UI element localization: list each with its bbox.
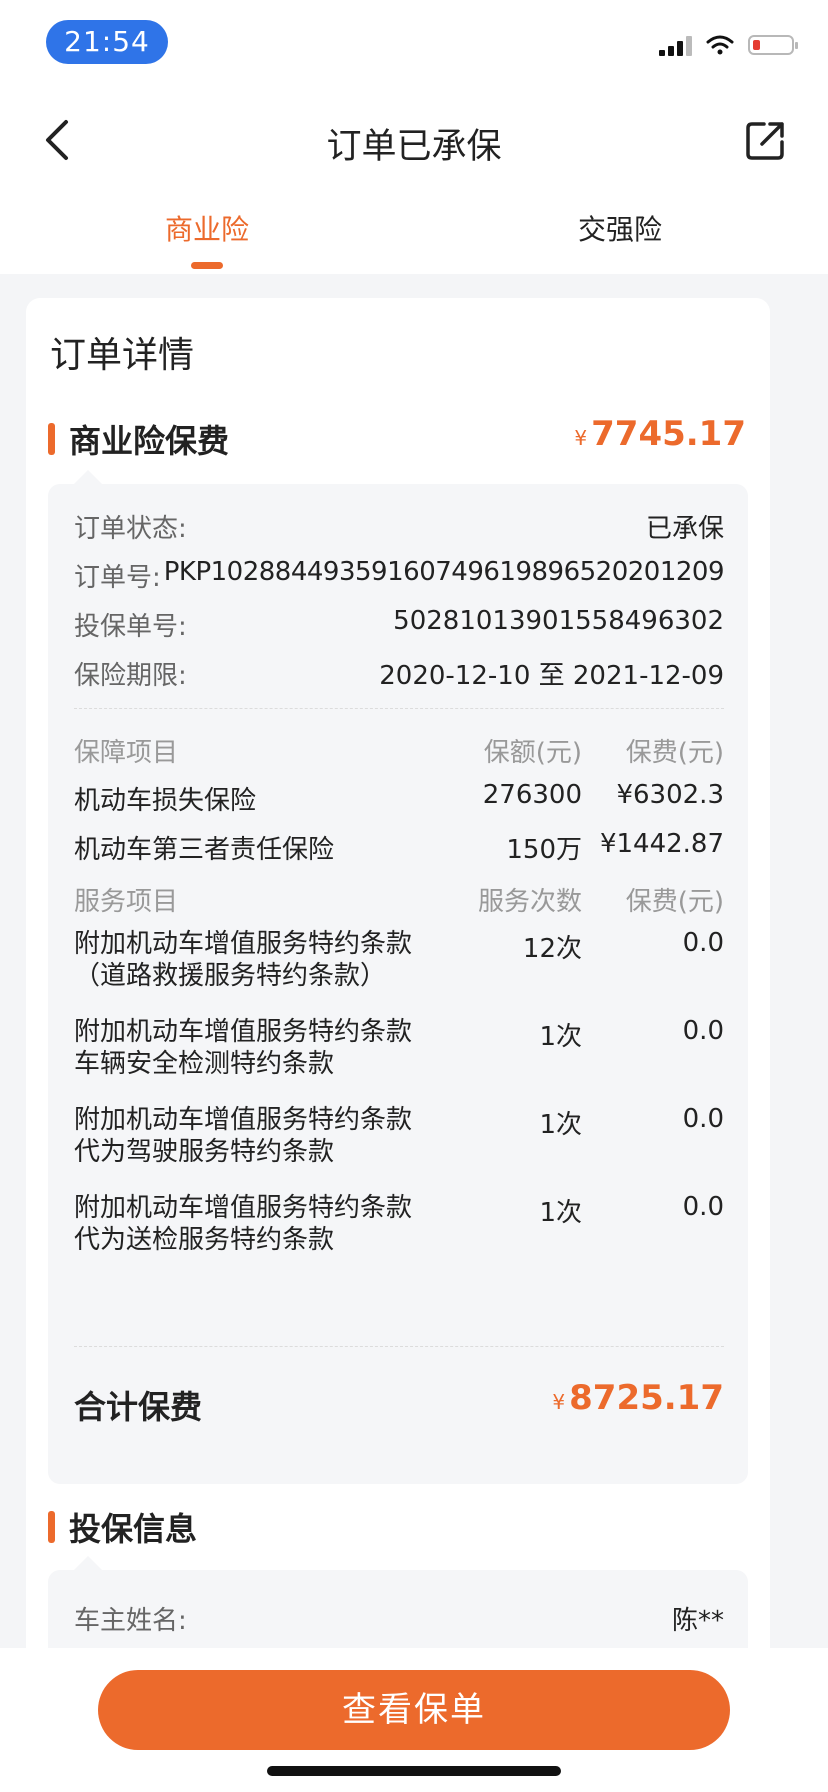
coverage-amount: 276300 <box>482 780 582 810</box>
section-accent-bar <box>48 1511 55 1543</box>
service-name-line1: 附加机动车增值服务特约条款 <box>74 1193 413 1223</box>
currency-symbol: ¥ <box>574 426 588 450</box>
detail-row: 投保单号: 50281013901558496302 <box>74 606 724 643</box>
home-indicator <box>267 1766 561 1776</box>
section-pointer <box>74 470 102 484</box>
total-label: 合计保费 <box>74 1388 203 1426</box>
service-fee: 0.0 <box>682 928 724 958</box>
coverage-name: 机动车第三者责任保险 <box>74 835 335 865</box>
service-col-fee: 保费(元) <box>625 887 724 917</box>
detail-label: 保险期限: <box>74 661 187 691</box>
detail-label: 车主姓名: <box>74 1606 187 1636</box>
service-name: 附加机动车增值服务特约条款 代为送检服务特约条款 <box>74 1192 494 1256</box>
currency-symbol: ¥ <box>552 1390 566 1414</box>
total-value: 8725.17 <box>569 1378 724 1418</box>
service-name-line2: 代为送检服务特约条款 <box>74 1225 335 1255</box>
section-title: 商业险保费 <box>69 422 230 460</box>
detail-value: PKP10288449359160749619896520201209 <box>163 557 725 587</box>
detail-value: 2020-12-10 至 2021-12-09 <box>379 661 724 691</box>
service-fee: 0.0 <box>682 1192 724 1222</box>
detail-row: 车主姓名: 陈** <box>74 1600 724 1637</box>
tab-commercial[interactable]: 商业险 <box>165 208 249 248</box>
signal-icon <box>659 34 692 56</box>
section-title: 投保信息 <box>69 1510 198 1548</box>
detail-row: 订单状态: 已承保 <box>74 508 724 545</box>
coverage-fee: ¥1442.87 <box>599 829 724 859</box>
bottom-action-bar: 查看保单 <box>0 1648 828 1792</box>
coverage-col-fee: 保费(元) <box>625 738 724 768</box>
service-name: 附加机动车增值服务特约条款 （道路救援服务特约条款） <box>74 928 494 992</box>
service-count: 1次 <box>539 1022 582 1052</box>
detail-label: 投保单号: <box>74 612 187 642</box>
service-name: 附加机动车增值服务特约条款 代为驾驶服务特约条款 <box>74 1104 494 1168</box>
page-title: 订单已承保 <box>326 127 502 167</box>
header: 21:54 订单已承保 商业险 交强险 <box>0 0 828 274</box>
section-pointer <box>74 1556 102 1570</box>
service-name-line2: 车辆安全检测特约条款 <box>74 1049 335 1079</box>
insured-info-header: 投保信息 <box>48 1504 197 1550</box>
detail-value: 已承保 <box>645 514 724 544</box>
service-fee: 0.0 <box>682 1104 724 1134</box>
detail-label: 订单号: <box>74 563 161 593</box>
card-title: 订单详情 <box>50 335 195 376</box>
commercial-premium: ¥7745.17 <box>574 414 746 454</box>
premium-value: 7745.17 <box>591 414 746 454</box>
commercial-premium-header: 商业险保费 <box>48 416 229 462</box>
coverage-col-item: 保障项目 <box>74 738 179 768</box>
view-policy-button[interactable]: 查看保单 <box>98 1670 730 1750</box>
detail-label: 订单状态: <box>74 514 187 544</box>
order-detail-card: 订单详情 商业险保费 ¥7745.17 订单状态: 已承保 订单号: PKP10… <box>26 298 770 1710</box>
coverage-amount: 150万 <box>506 835 582 865</box>
service-col-item: 服务项目 <box>74 887 179 917</box>
service-count: 1次 <box>539 1110 582 1140</box>
service-name: 附加机动车增值服务特约条款 车辆安全检测特约条款 <box>74 1016 494 1080</box>
detail-value: 50281013901558496302 <box>393 606 724 636</box>
order-info-box: 订单状态: 已承保 订单号: PKP1028844935916074961989… <box>48 484 748 1484</box>
status-time: 21:54 <box>46 20 168 64</box>
section-accent-bar <box>48 423 55 455</box>
coverage-name: 机动车损失保险 <box>74 786 257 816</box>
detail-value: 陈** <box>671 1606 724 1636</box>
battery-icon <box>748 35 798 55</box>
service-col-count: 服务次数 <box>477 887 582 917</box>
wifi-icon <box>706 35 734 55</box>
total-premium: ¥8725.17 <box>552 1378 724 1418</box>
tab-compulsory[interactable]: 交强险 <box>578 208 662 248</box>
service-name-line1: 附加机动车增值服务特约条款 <box>74 1105 413 1135</box>
tab-indicator <box>191 262 223 269</box>
service-name-line1: 附加机动车增值服务特约条款 <box>74 1017 413 1047</box>
service-name-line2: 代为驾驶服务特约条款 <box>74 1137 335 1167</box>
divider <box>74 708 724 709</box>
share-icon[interactable] <box>744 118 788 162</box>
service-count: 12次 <box>522 934 582 964</box>
status-icons <box>659 34 798 56</box>
service-name-line1: 附加机动车增值服务特约条款 <box>74 929 413 959</box>
service-count: 1次 <box>539 1198 582 1228</box>
detail-row: 订单号: PKP10288449359160749619896520201209 <box>74 557 725 594</box>
detail-row: 保险期限: 2020-12-10 至 2021-12-09 <box>74 655 724 692</box>
coverage-fee: ¥6302.3 <box>616 780 724 810</box>
service-fee: 0.0 <box>682 1016 724 1046</box>
service-name-line2: （道路救援服务特约条款） <box>74 961 387 991</box>
divider <box>74 1346 724 1347</box>
coverage-col-amount: 保额(元) <box>483 738 582 768</box>
